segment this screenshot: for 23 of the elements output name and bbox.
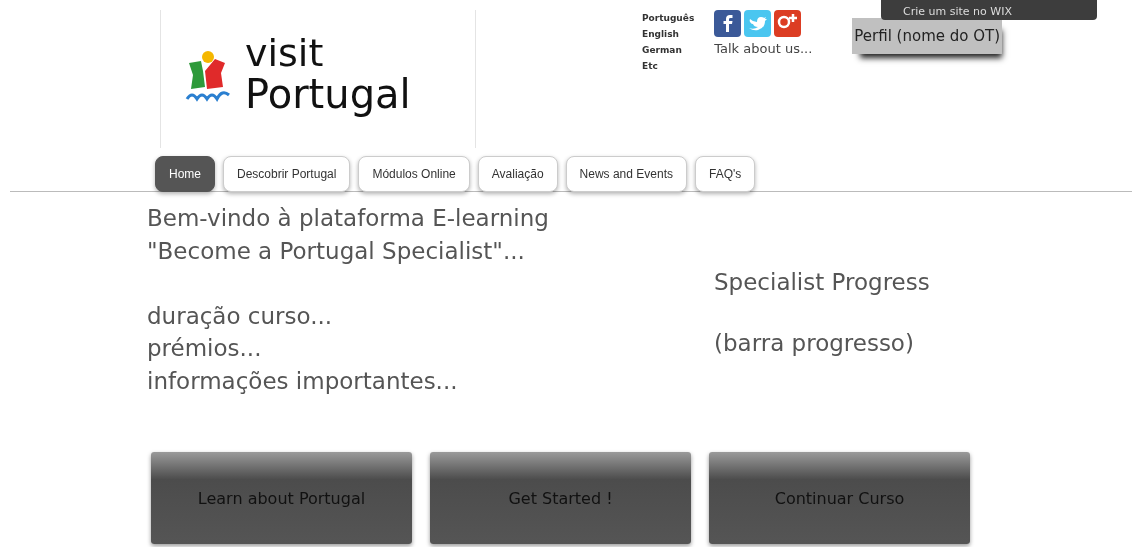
nav-tab[interactable]: Avaliação bbox=[477, 156, 558, 192]
intro-text: Bem-vindo à plataforma E-learning bbox=[147, 205, 549, 231]
intro-text: "Become a Portugal Specialist"... bbox=[147, 237, 525, 264]
intro-text: prémios... bbox=[147, 335, 262, 361]
language-link[interactable]: Português bbox=[642, 10, 695, 26]
wix-banner[interactable]: Crie um site no WIX bbox=[881, 0, 1097, 20]
nav-tab[interactable]: Descobrir Portugal bbox=[223, 156, 351, 192]
nav-tab[interactable]: Módulos Online bbox=[358, 156, 470, 192]
logo-text: visit bbox=[245, 34, 325, 72]
nav-tab[interactable]: Home bbox=[155, 156, 215, 192]
intro-text: duração curso... bbox=[147, 302, 333, 329]
language-link[interactable]: English bbox=[642, 26, 695, 42]
social-caption: Talk about us... bbox=[714, 41, 813, 56]
nav-tab[interactable]: FAQ's bbox=[695, 156, 756, 192]
progress-title: Specialist Progress bbox=[714, 268, 930, 297]
facebook-icon[interactable] bbox=[714, 10, 742, 37]
language-link[interactable]: Etc bbox=[642, 58, 695, 74]
progress-placeholder-text: (barra progresso) bbox=[714, 330, 915, 356]
google-plus-icon[interactable] bbox=[774, 10, 802, 37]
language-link[interactable]: German bbox=[642, 42, 695, 58]
intro-text: informações importantes... bbox=[147, 367, 458, 394]
profile-button[interactable]: Perfil (nome do OT) bbox=[852, 18, 1003, 54]
nav-tab[interactable]: News and Events bbox=[565, 156, 687, 192]
